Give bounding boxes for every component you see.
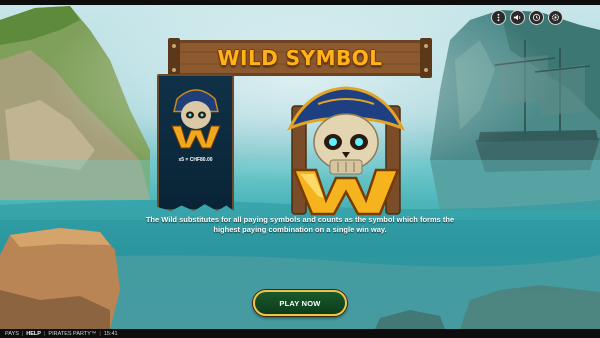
footer-clock: 15:41: [103, 330, 118, 337]
footer-separator: |: [43, 330, 46, 337]
settings-button[interactable]: [548, 10, 563, 25]
top-status-bar: [0, 0, 600, 5]
top-controls: [491, 10, 563, 25]
footer-separator: |: [21, 330, 24, 337]
wild-skull-symbol-small: [171, 89, 221, 149]
menu-icon: [497, 13, 500, 22]
wild-skull-symbol: W: [286, 86, 406, 216]
history-button[interactable]: [529, 10, 544, 25]
footer-bar: PAYS | HELP | PIRATES PARTY™ | 15:41: [0, 329, 600, 338]
footer-game-name: PIRATES PARTY™: [48, 330, 97, 337]
history-icon: [532, 13, 541, 22]
sound-icon: [513, 14, 521, 21]
symbol-letter: W: [346, 195, 347, 197]
footer-help-link[interactable]: HELP: [26, 331, 41, 337]
title-banner: WILD SYMBOL: [168, 38, 432, 78]
wild-description: The Wild substitutes for all paying symb…: [145, 215, 455, 234]
footer-pays-link[interactable]: PAYS: [5, 331, 19, 337]
play-now-button[interactable]: PLAY NOW: [253, 290, 347, 316]
banner-title: WILD SYMBOL: [217, 46, 383, 70]
settings-icon: [552, 14, 559, 21]
footer-separator: |: [99, 330, 101, 337]
sound-button[interactable]: [510, 10, 525, 25]
menu-button[interactable]: [491, 10, 506, 25]
symbol-payout: x5 = CHF80.00: [178, 157, 213, 163]
